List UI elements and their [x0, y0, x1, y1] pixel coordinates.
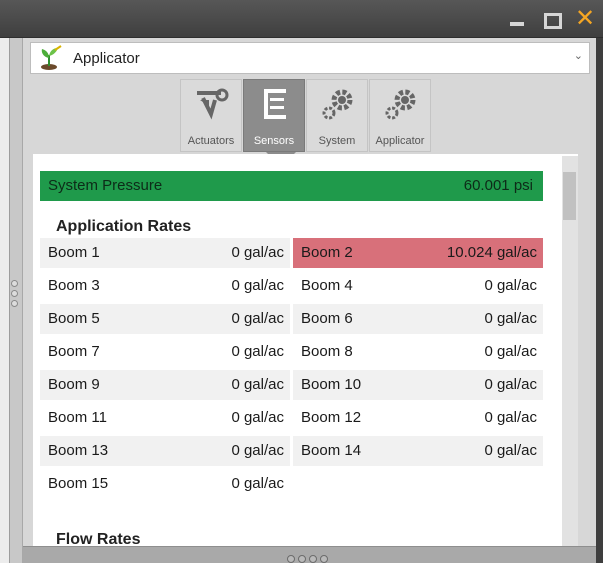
boom-rate-cell: Boom 12 0 gal/ac — [293, 403, 543, 433]
boom-rate-value: 10.024 gal/ac — [446, 244, 537, 261]
grip-dots-icon — [287, 550, 337, 563]
boom-name: Boom 13 — [48, 442, 109, 459]
chevron-down-icon[interactable]: ⌄ — [574, 49, 583, 62]
boom-name: Boom 11 — [48, 409, 107, 426]
bottom-resize-handle[interactable] — [23, 546, 596, 563]
boom-rate-value: 0 gal/ac — [484, 343, 537, 360]
boom-rate-value: 0 gal/ac — [231, 442, 284, 459]
actuator-icon — [197, 88, 229, 120]
boom-rate-value: 0 gal/ac — [231, 244, 284, 261]
sensor-bars-icon — [264, 89, 286, 119]
boom-name: Boom 7 — [48, 343, 100, 360]
boom-rate-value: 0 gal/ac — [231, 343, 284, 360]
tab-sensors-label: Sensors — [253, 135, 295, 147]
tab-system[interactable]: System — [306, 79, 368, 152]
boom-rate-value: 0 gal/ac — [231, 376, 284, 393]
boom-name: Boom 9 — [48, 376, 100, 393]
boom-rate-cell: Boom 5 0 gal/ac — [40, 304, 290, 334]
boom-name: Boom 10 — [301, 376, 362, 393]
tab-applicator-label: Applicator — [375, 135, 425, 147]
application-rates-title: Application Rates — [56, 218, 192, 235]
boom-name: Boom 1 — [48, 244, 100, 261]
sensors-content: System Pressure 60.001 psi Application R… — [33, 154, 578, 546]
boom-rate-cell: Boom 2 10.024 gal/ac — [293, 238, 543, 268]
left-resize-handle[interactable] — [9, 38, 23, 563]
boom-name: Boom 15 — [48, 475, 109, 492]
app-selector-dropdown[interactable]: Applicator ⌄ — [30, 42, 590, 74]
gears-icon — [385, 89, 416, 120]
right-window-edge — [596, 38, 603, 563]
boom-rate-value: 0 gal/ac — [484, 442, 537, 459]
boom-name: Boom 5 — [48, 310, 100, 327]
boom-rate-cell: Boom 11 0 gal/ac — [40, 403, 290, 433]
boom-rate-cell: Boom 15 0 gal/ac — [40, 469, 290, 499]
system-pressure-value: 60.001 psi — [463, 177, 533, 194]
grip-dots-icon — [11, 280, 19, 310]
boom-rate-value: 0 gal/ac — [484, 310, 537, 327]
tab-actuators-label: Actuators — [187, 135, 235, 147]
boom-rate-value: 0 gal/ac — [231, 310, 284, 327]
boom-rate-value: 0 gal/ac — [231, 409, 284, 426]
boom-rate-value: 0 gal/ac — [231, 475, 284, 492]
window-titlebar: ✕ — [0, 0, 603, 38]
scrollbar-thumb[interactable] — [563, 172, 576, 220]
boom-rate-value: 0 gal/ac — [484, 376, 537, 393]
boom-rate-value: 0 gal/ac — [484, 277, 537, 294]
boom-rate-cell: Boom 7 0 gal/ac — [40, 337, 290, 367]
vertical-scrollbar[interactable] — [562, 156, 578, 546]
tab-system-label: System — [318, 135, 356, 147]
tab-bar: Actuators Sensors System Applicator — [180, 79, 440, 152]
system-pressure-label: System Pressure — [48, 177, 163, 194]
boom-rate-cell: Boom 10 0 gal/ac — [293, 370, 543, 400]
boom-rate-cell: Boom 1 0 gal/ac — [40, 238, 290, 268]
boom-rate-value: 0 gal/ac — [231, 277, 284, 294]
sprayer-icon — [41, 45, 62, 70]
tab-sensors[interactable]: Sensors — [243, 79, 305, 152]
boom-name: Boom 14 — [301, 442, 362, 459]
boom-rate-cell: Boom 4 0 gal/ac — [293, 271, 543, 301]
tab-applicator[interactable]: Applicator — [369, 79, 431, 152]
boom-name: Boom 8 — [301, 343, 353, 360]
gears-icon — [322, 89, 353, 120]
boom-name: Boom 2 — [301, 244, 353, 261]
minimize-icon[interactable] — [506, 8, 528, 30]
flow-rates-title: Flow Rates — [56, 531, 141, 546]
boom-rate-cell: Boom 14 0 gal/ac — [293, 436, 543, 466]
system-pressure-bar: System Pressure 60.001 psi — [40, 171, 543, 201]
main-panel: Applicator ⌄ Actuators Sensors System Ap… — [23, 38, 596, 546]
boom-rate-cell: Boom 13 0 gal/ac — [40, 436, 290, 466]
boom-name: Boom 3 — [48, 277, 100, 294]
boom-name: Boom 6 — [301, 310, 353, 327]
boom-name: Boom 12 — [301, 409, 362, 426]
boom-rate-cell: Boom 8 0 gal/ac — [293, 337, 543, 367]
app-selector-label: Applicator — [73, 50, 140, 67]
boom-rate-cell: Boom 6 0 gal/ac — [293, 304, 543, 334]
boom-rate-cell: Boom 9 0 gal/ac — [40, 370, 290, 400]
close-icon[interactable]: ✕ — [574, 7, 596, 31]
tab-actuators[interactable]: Actuators — [180, 79, 242, 152]
boom-name: Boom 4 — [301, 277, 353, 294]
maximize-icon[interactable] — [540, 8, 562, 30]
boom-rate-value: 0 gal/ac — [484, 409, 537, 426]
boom-rate-cell: Boom 3 0 gal/ac — [40, 271, 290, 301]
